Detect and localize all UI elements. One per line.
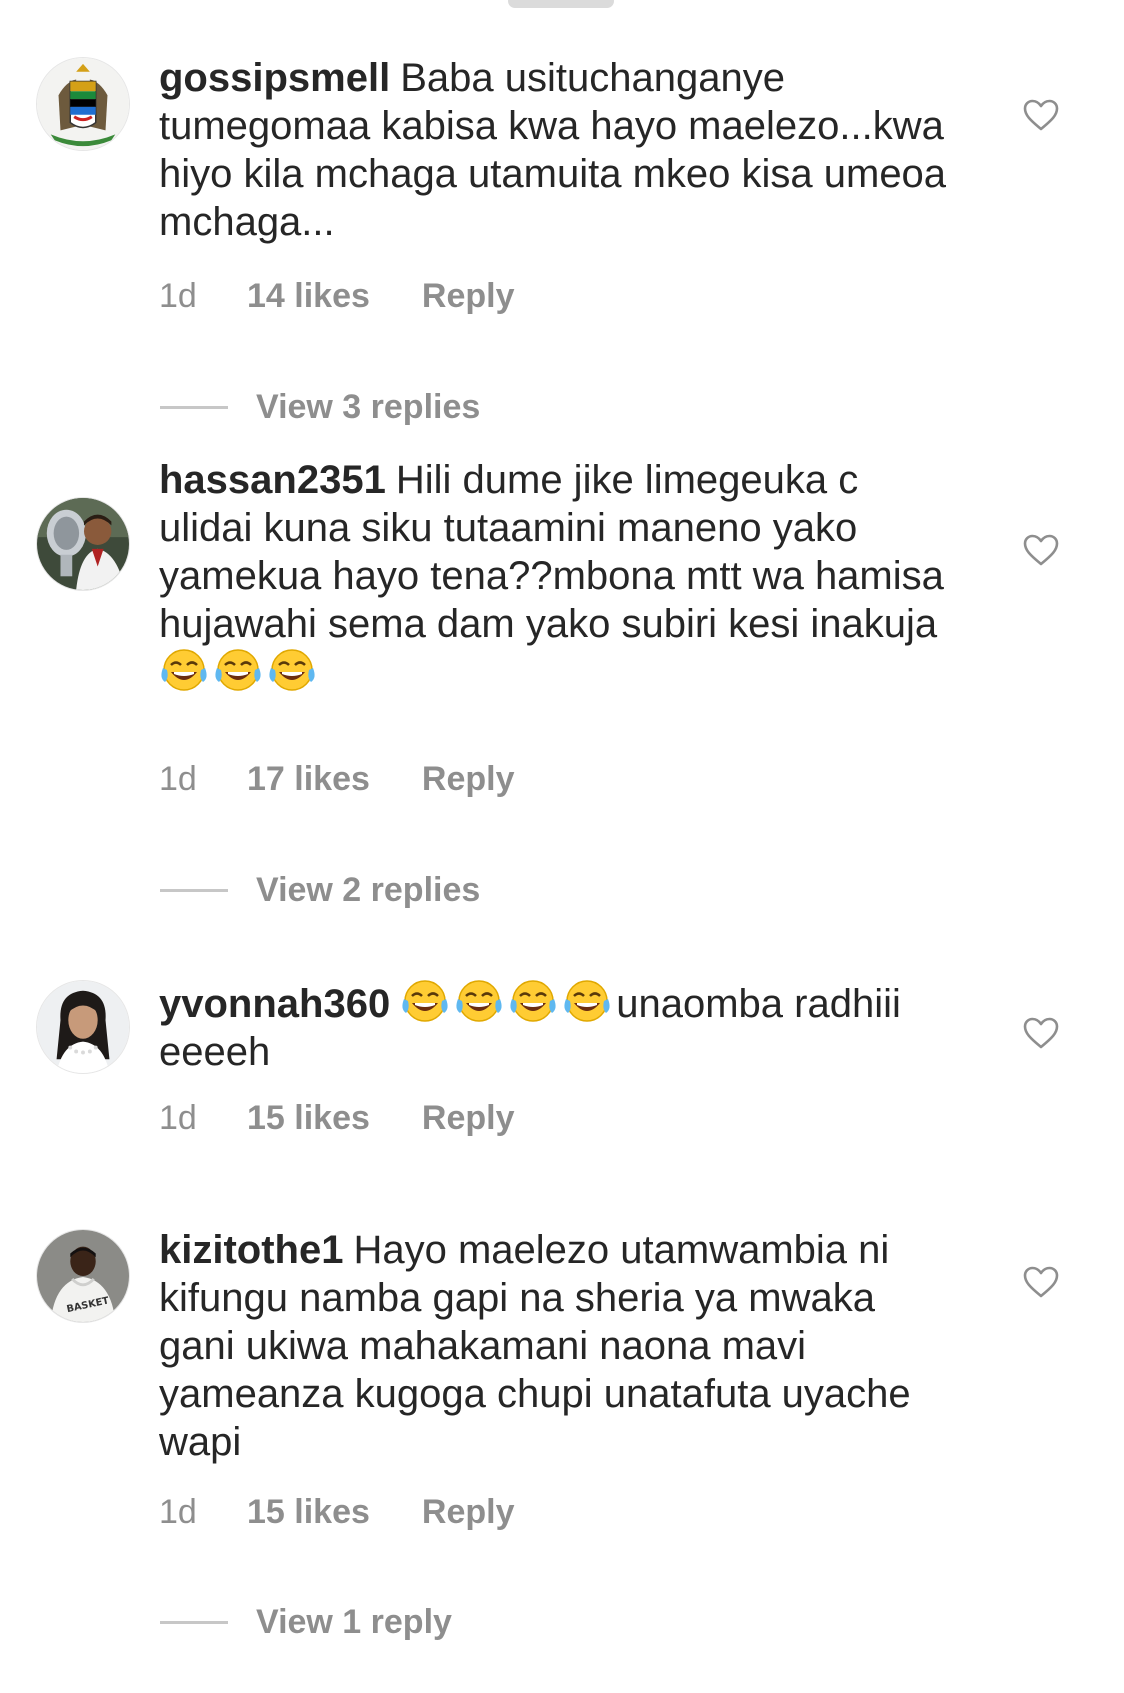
- replies-divider: [160, 1621, 228, 1624]
- comment-likes[interactable]: 15 likes: [247, 1492, 370, 1532]
- comment-time: 1d: [159, 1099, 197, 1137]
- face-with-tears-of-joy-icon: [508, 979, 558, 1023]
- face-with-tears-of-joy-icon: [400, 979, 450, 1023]
- heart-icon[interactable]: [1022, 1265, 1060, 1299]
- replies-divider: [160, 889, 228, 892]
- comment-text: kizitothe1 Hayo maelezo utamwambia ni kif…: [159, 1226, 959, 1466]
- heart-icon[interactable]: [1022, 98, 1060, 132]
- comment-meta: 1d 15 likes Reply: [159, 1492, 514, 1532]
- heart-icon[interactable]: [1022, 533, 1060, 567]
- comment-likes[interactable]: 14 likes: [247, 276, 370, 316]
- reply-button[interactable]: Reply: [422, 1492, 515, 1532]
- view-replies-label[interactable]: View 1 reply: [256, 1602, 452, 1642]
- comment-username[interactable]: kizitothe1: [159, 1228, 343, 1272]
- face-with-tears-of-joy-icon: [267, 648, 317, 692]
- face-with-tears-of-joy-icon: [213, 648, 263, 692]
- woman-avatar[interactable]: [36, 980, 130, 1074]
- man-with-trophy-avatar[interactable]: [36, 497, 130, 591]
- heart-icon[interactable]: [1022, 1016, 1060, 1050]
- comment-username[interactable]: gossipsmell: [159, 56, 390, 100]
- reply-button[interactable]: Reply: [422, 759, 515, 799]
- man-white-hoodie-avatar[interactable]: BASKET: [36, 1229, 130, 1323]
- comment-username[interactable]: yvonnah360: [159, 982, 390, 1026]
- comment-meta: 1d 17 likes Reply: [159, 759, 514, 799]
- comment-likes[interactable]: 17 likes: [247, 759, 370, 799]
- face-with-tears-of-joy-icon: [454, 979, 504, 1023]
- face-with-tears-of-joy-icon: [159, 648, 209, 692]
- comment-time: 1d: [159, 1493, 197, 1531]
- face-with-tears-of-joy-icon: [562, 979, 612, 1023]
- replies-divider: [160, 406, 228, 409]
- sheet-grabber[interactable]: [508, 0, 614, 8]
- comment-likes[interactable]: 15 likes: [247, 1098, 370, 1138]
- view-replies-label[interactable]: View 2 replies: [256, 870, 480, 910]
- reply-button[interactable]: Reply: [422, 1098, 515, 1138]
- comment-time: 1d: [159, 277, 197, 315]
- coat-of-arms-avatar[interactable]: [36, 57, 130, 151]
- comment-username[interactable]: hassan2351: [159, 458, 386, 502]
- comment-meta: 1d 14 likes Reply: [159, 276, 514, 316]
- view-replies-label[interactable]: View 3 replies: [256, 387, 480, 427]
- comment-text: hassan2351 Hili dume jike limegeuka c uli…: [159, 456, 959, 697]
- comment-time: 1d: [159, 760, 197, 798]
- comment-text: yvonnah360 unaomba radhiii eeeeh: [159, 979, 959, 1076]
- comment-meta: 1d 15 likes Reply: [159, 1098, 514, 1138]
- reply-button[interactable]: Reply: [422, 276, 515, 316]
- comment-text: gossipsmell Baba usituchanganye tumegomaa…: [159, 54, 959, 246]
